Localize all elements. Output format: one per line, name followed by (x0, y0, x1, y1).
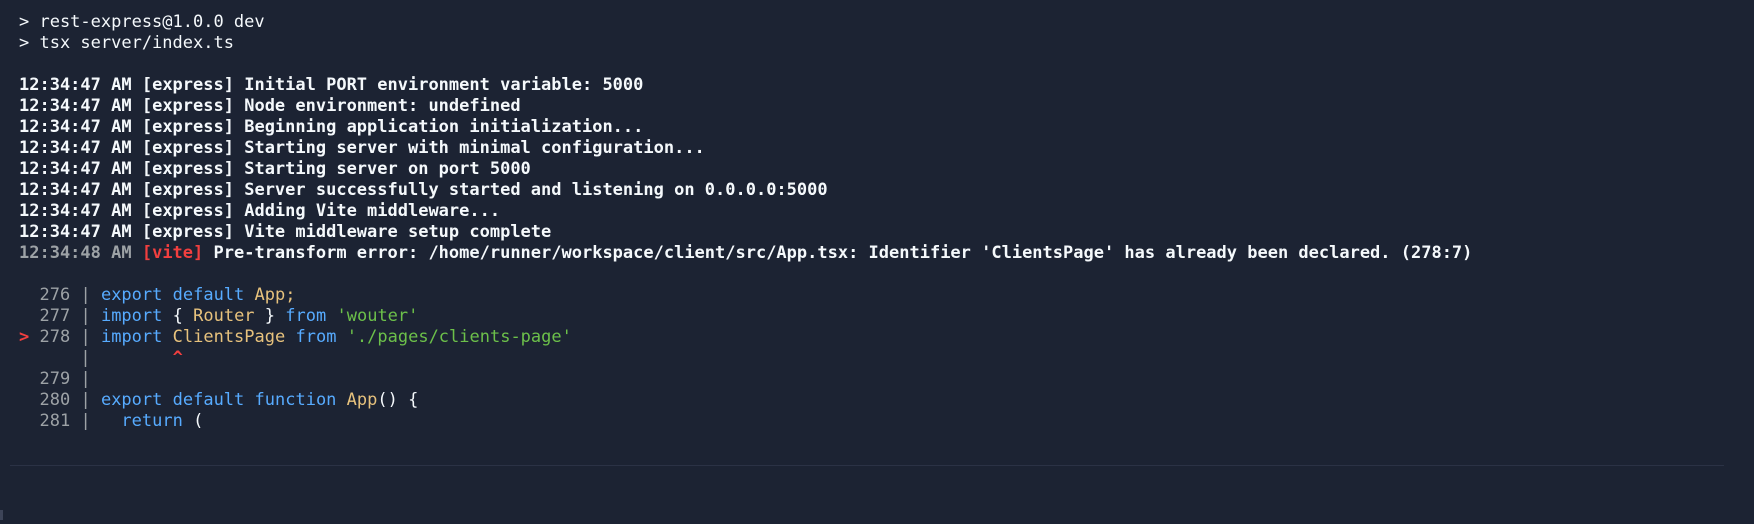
log-message: Adding Vite middleware... (244, 201, 501, 221)
log-message: Beginning application initialization... (244, 117, 644, 137)
log-time: 12:34:47 AM (19, 75, 132, 95)
code-token: ( (193, 411, 204, 431)
log-tag: [express] (141, 159, 234, 179)
code-frame-line: 276 | export default App; (39, 285, 296, 305)
code-token: export (100, 285, 163, 305)
log-time: 12:34:47 AM (19, 138, 132, 158)
log-line: 12:34:47 AM [express] Beginning applicat… (19, 117, 1754, 138)
code-token: ; (285, 285, 296, 305)
code-token: import (100, 327, 163, 347)
command-line: > rest-express@1.0.0 dev (19, 12, 265, 32)
error-time: 12:34:48 AM (19, 243, 132, 263)
log-message: Starting server on port 5000 (244, 159, 531, 179)
log-tag: [express] (141, 201, 234, 221)
log-tag: [express] (141, 96, 234, 116)
code-token: default (172, 390, 245, 410)
log-line: 12:34:47 AM [express] Starting server wi… (19, 138, 1754, 159)
log-message: Initial PORT environment variable: 5000 (244, 75, 644, 95)
error-line: 12:34:48 AM [vite] Pre-transform error: … (19, 243, 1754, 264)
code-token: } (264, 306, 276, 326)
log-tag: [express] (141, 180, 234, 200)
line-number: 281 (39, 411, 71, 431)
log-time: 12:34:47 AM (19, 159, 132, 179)
log-time: 12:34:47 AM (19, 180, 132, 200)
line-number: 276 (39, 285, 71, 305)
log-line: 12:34:47 AM [express] Adding Vite middle… (19, 201, 1754, 222)
code-token: from (285, 306, 327, 326)
line-number: 279 (39, 369, 71, 389)
code-token: import (100, 306, 163, 326)
code-frame-line: 280 | export default function App() { (39, 390, 419, 410)
log-line: 12:34:47 AM [express] Starting server on… (19, 159, 1754, 180)
line-number: 277 (39, 306, 71, 326)
code-frame-line: 281 | return ( (39, 411, 204, 431)
line-number: 278 (39, 327, 71, 347)
log-time: 12:34:47 AM (19, 117, 132, 137)
code-frame-line: 279 | (39, 369, 91, 389)
code-token: from (295, 327, 337, 347)
log-message: Node environment: undefined (244, 96, 521, 116)
log-time: 12:34:47 AM (19, 201, 132, 221)
log-line: 12:34:47 AM [express] Initial PORT envir… (19, 75, 1754, 96)
error-line-marker: > (19, 327, 30, 347)
log-tag: [express] (141, 75, 234, 95)
log-message: Starting server with minimal configurati… (244, 138, 705, 158)
caret-line: | ^ (80, 348, 183, 368)
log-tag: [express] (141, 138, 234, 158)
log-message: Server successfully started and listenin… (244, 180, 828, 200)
code-token: { (172, 306, 183, 326)
command-line: > tsx server/index.ts (19, 33, 234, 53)
error-caret: ^ (172, 348, 183, 368)
input-area[interactable] (0, 466, 1754, 524)
code-token: ClientsPage (172, 327, 286, 347)
code-frame-line: 277 | import { Router } from 'wouter' (39, 306, 419, 326)
log-time: 12:34:47 AM (19, 222, 132, 242)
code-token: App (346, 390, 378, 410)
scrollbar-indicator[interactable] (0, 510, 3, 520)
code-token: function (254, 390, 337, 410)
code-token: export (100, 390, 163, 410)
log-line: 12:34:47 AM [express] Server successfull… (19, 180, 1754, 201)
log-line: 12:34:47 AM [express] Node environment: … (19, 96, 1754, 117)
code-token: App (254, 285, 286, 305)
code-token: Router (193, 306, 255, 326)
code-frame-line-highlighted: > 278 | import ClientsPage from './pages… (19, 327, 572, 347)
log-line: 12:34:47 AM [express] Vite middleware se… (19, 222, 1754, 243)
code-token: () { (377, 390, 419, 410)
log-tag: [express] (141, 222, 234, 242)
terminal-output[interactable]: > rest-express@1.0.0 dev > tsx server/in… (0, 0, 1754, 524)
log-tag: [express] (141, 117, 234, 137)
log-message: Vite middleware setup complete (244, 222, 552, 242)
code-token: return (121, 411, 183, 431)
code-token: './pages/clients-page' (346, 327, 572, 347)
error-message: Pre-transform error: /home/runner/worksp… (213, 243, 1473, 263)
code-token: 'wouter' (336, 306, 419, 326)
error-tag: [vite] (141, 243, 204, 263)
line-number: 280 (39, 390, 71, 410)
log-time: 12:34:47 AM (19, 96, 132, 116)
code-token: default (172, 285, 245, 305)
